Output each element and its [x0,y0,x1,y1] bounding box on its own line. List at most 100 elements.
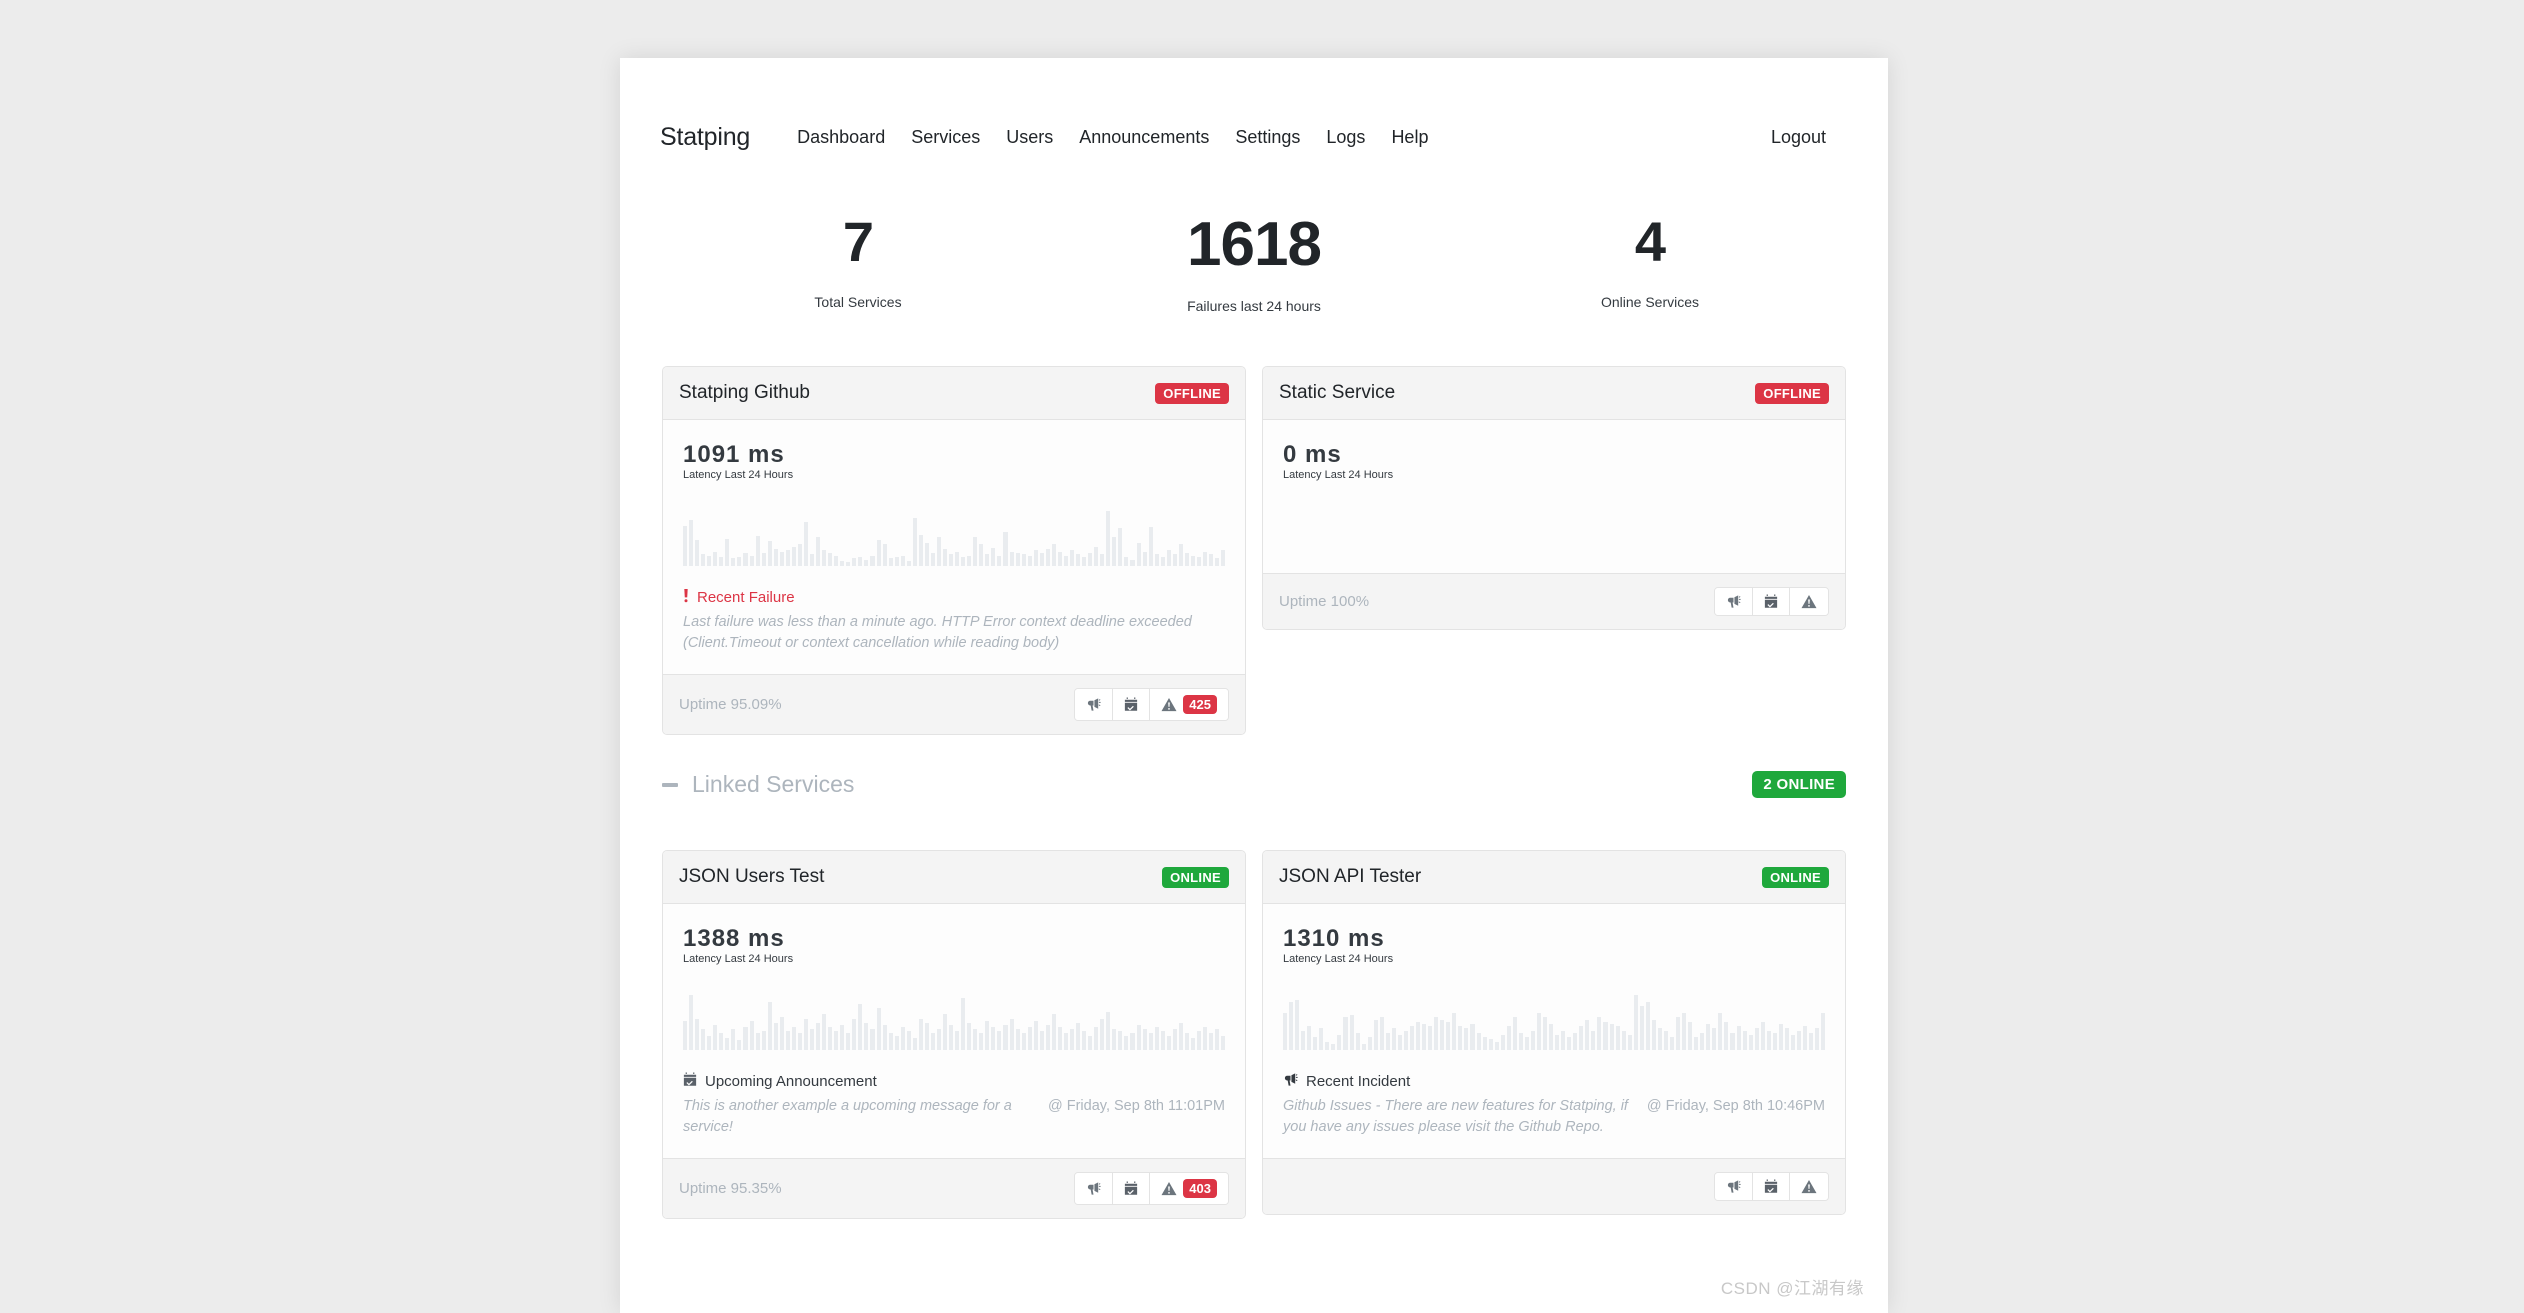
latency-label: Latency Last 24 Hours [1283,953,1394,966]
latency-label: Latency Last 24 Hours [683,953,794,966]
announcements-button[interactable] [1113,1173,1151,1205]
card-action-buttons: 403 [1074,1172,1229,1206]
megaphone-icon [1726,1179,1741,1194]
incidents-button[interactable] [1075,689,1114,721]
incidents-button[interactable] [1715,1173,1753,1201]
logout-link[interactable]: Logout [1771,127,1826,148]
navbar: Statping Dashboard Services Users Announ… [620,108,1888,166]
stat-total-services: 7 Total Services [660,214,1056,314]
service-card: Statping Github OFFLINE 1091 ms Latency Las… [662,366,1246,736]
latency-label: Latency Last 24 Hours [1283,469,1394,482]
message-text: @ Friday, Sep 8th 11:01PM This is another… [683,1098,1225,1136]
nav-item-dashboard[interactable]: Dashboard [784,127,898,148]
service-title[interactable]: JSON API Tester [1279,866,1421,888]
stat-value: 7 [842,210,874,273]
card-body: 1091 ms Latency Last 24 Hours Recent Failu… [663,420,1245,675]
service-title[interactable]: Statping Github [679,382,810,404]
message-text: @ Friday, Sep 8th 10:46PM Github Issues -… [1283,1098,1825,1136]
latency-sparkline [683,995,1226,1051]
latency-sparkline [683,511,1226,567]
latency-value: 1310 ms [1283,925,1385,953]
card-header: JSON API Tester ONLINE [1263,851,1845,905]
service-title[interactable]: Static Service [1279,382,1395,404]
service-card-col: Static Service OFFLINE 0 ms Latency Last 24… [1254,366,1854,765]
status-badge: OFFLINE [1755,382,1829,404]
nav-item-settings[interactable]: Settings [1222,127,1313,148]
latency-value: 1388 ms [683,925,785,953]
megaphone-icon [1283,1072,1298,1091]
nav-item-services[interactable]: Services [898,127,993,148]
status-badge: OFFLINE [1155,382,1229,404]
nav-links: Dashboard Services Users Announcements S… [784,127,1441,148]
exclamation-icon [683,588,689,607]
message-title: Recent Failure [683,588,1225,607]
message-title-text: Recent Failure [697,589,795,607]
status-badge: ONLINE [1762,866,1829,888]
card-footer: Uptime 100% [1263,573,1845,630]
message-date: @ Friday, Sep 8th 11:01PM [1048,1098,1225,1115]
announcements-button[interactable] [1753,588,1790,616]
stat-online-services: 4 Online Services [1452,214,1848,314]
announcements-button[interactable] [1753,1173,1790,1201]
stat-label: Online Services [1600,294,1700,310]
linked-services-header: Linked Services 2 ONLINE [620,771,1888,799]
announcements-button[interactable] [1113,689,1151,721]
message-date: @ Friday, Sep 8th 10:46PM [1646,1098,1825,1115]
nav-item-announcements[interactable]: Announcements [1066,127,1222,148]
card-footer: Uptime 95.09% 425 [663,674,1245,735]
service-card: Static Service OFFLINE 0 ms Latency Last 24… [1262,366,1846,631]
latency-sparkline [1283,995,1826,1051]
service-title[interactable]: JSON Users Test [679,866,824,888]
uptime-label: Uptime 95.09% [679,696,782,714]
megaphone-icon [1726,594,1741,609]
service-message: Upcoming Announcement @ Friday, Sep 8th 1… [683,1050,1225,1158]
card-action-buttons: 425 [1074,688,1229,722]
message-title-text: Recent Incident [1306,1073,1411,1091]
calendar-check-icon [1764,1179,1778,1194]
incidents-button[interactable] [1075,1173,1114,1205]
brand-logo[interactable]: Statping [660,123,750,152]
message-text: Last failure was less than a minute ago.… [683,614,1192,652]
nav-item-users[interactable]: Users [993,127,1066,148]
incidents-button[interactable] [1715,588,1753,616]
failures-button[interactable]: 403 [1150,1173,1228,1205]
card-footer [1263,1158,1845,1215]
stat-label: Total Services [814,294,902,310]
failures-button[interactable] [1790,1173,1828,1201]
calendar-icon [683,1072,697,1091]
failure-count-badge: 403 [1183,1179,1217,1199]
message-title-text: Upcoming Announcement [705,1073,877,1091]
latency-value: 1091 ms [683,441,785,468]
warning-icon [1161,697,1177,712]
service-card: JSON Users Test ONLINE 1388 ms Latency Last… [662,850,1246,1220]
latency-value: 0 ms [1283,441,1342,468]
nav-right: Logout [1771,127,1848,148]
service-card: JSON API Tester ONLINE 1310 ms Latency Last… [1262,850,1846,1216]
group-title[interactable]: Linked Services [692,771,854,798]
service-message: Recent Incident @ Friday, Sep 8th 10:46PM… [1283,1050,1825,1158]
card-body: 0 ms Latency Last 24 Hours [1263,420,1845,574]
app-window: Statping Dashboard Services Users Announ… [620,58,1888,1313]
card-body: 1310 ms Latency Last 24 Hours Recent Incid… [1263,904,1845,1159]
message-title: Upcoming Announcement [683,1072,1225,1091]
message-title: Recent Incident [1283,1072,1825,1091]
stat-label: Failures last 24 hours [1187,298,1321,314]
status-badge: ONLINE [1162,866,1229,888]
calendar-check-icon [1124,1181,1138,1196]
failures-button[interactable] [1790,588,1828,616]
card-header: Statping Github OFFLINE [663,367,1245,420]
uptime-label: Uptime 95.35% [679,1180,782,1198]
service-card-col: Statping Github OFFLINE 1091 ms Latency Las… [654,366,1254,765]
stat-value: 4 [1634,210,1666,273]
card-header: JSON Users Test ONLINE [663,851,1245,905]
nav-item-logs[interactable]: Logs [1313,127,1378,148]
nav-item-help[interactable]: Help [1378,127,1441,148]
uptime-label: Uptime 100% [1279,593,1370,611]
linked-service-card-grid: JSON Users Test ONLINE 1388 ms Latency Last… [620,850,1888,1249]
failures-button[interactable]: 425 [1150,689,1228,721]
card-action-buttons [1714,587,1829,617]
service-card-col: JSON Users Test ONLINE 1388 ms Latency Last… [654,850,1254,1249]
megaphone-icon [1086,697,1102,712]
minus-icon[interactable] [662,782,678,787]
calendar-check-icon [1764,594,1778,609]
